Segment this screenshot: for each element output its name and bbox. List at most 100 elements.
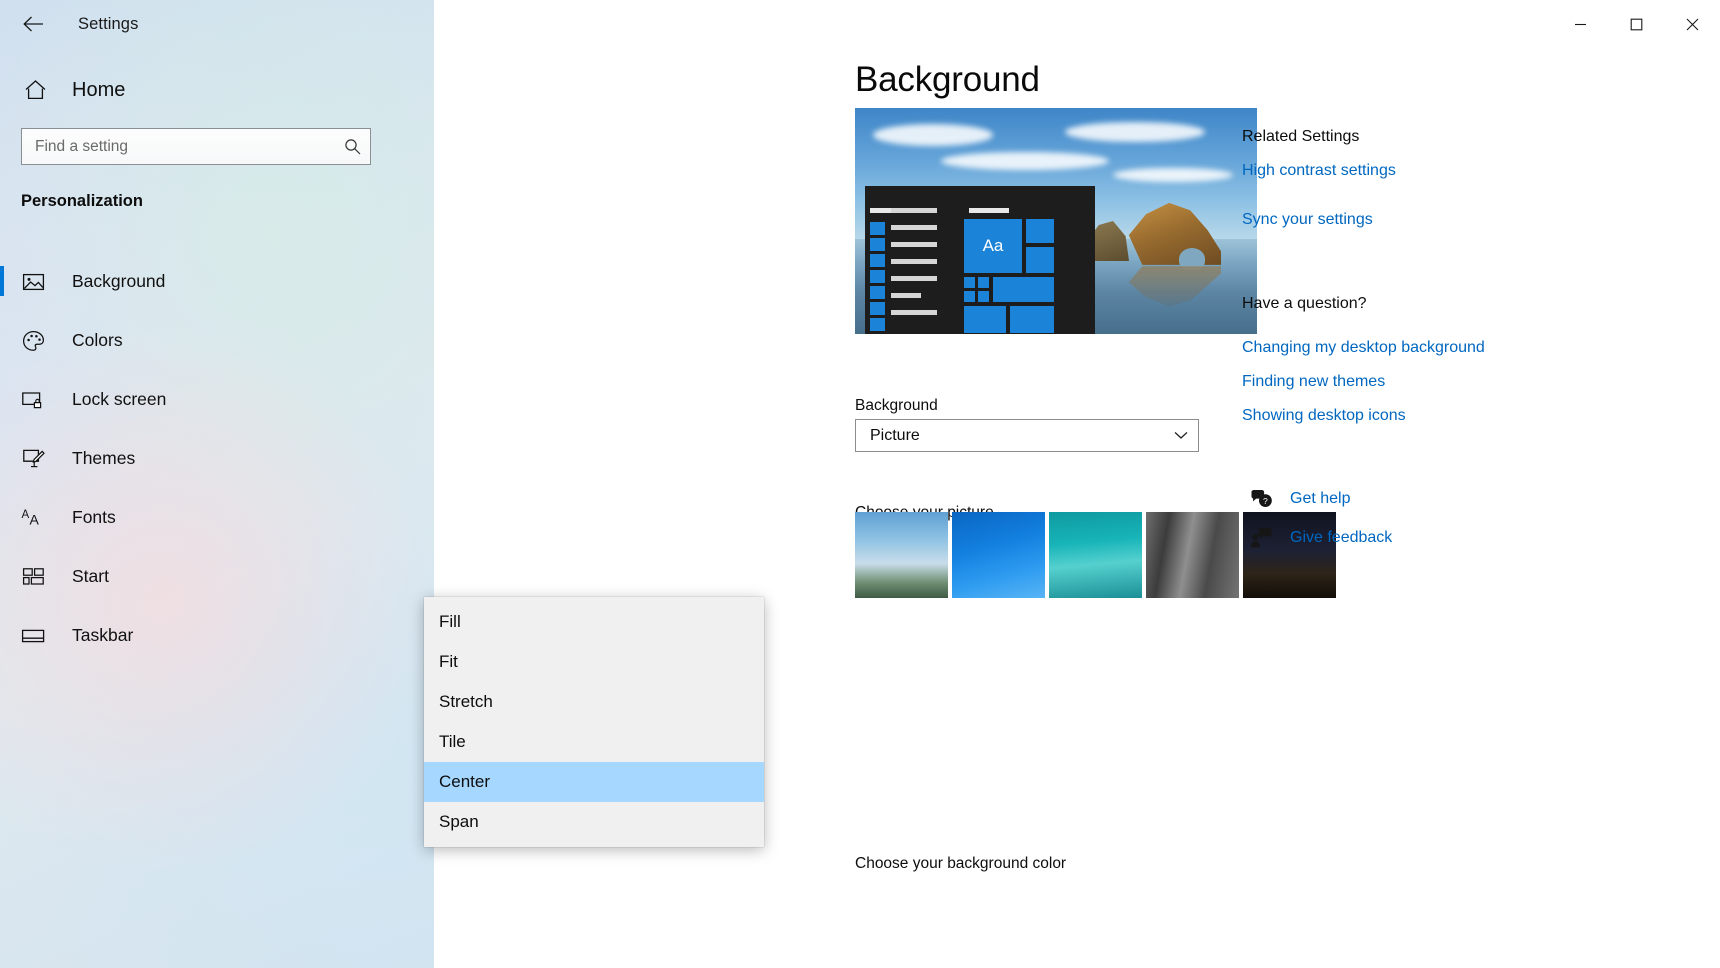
svg-text:A: A xyxy=(21,509,29,521)
sidebar-item-label: Start xyxy=(72,566,109,587)
start-menu-line xyxy=(891,259,937,264)
wallpaper-thumbnails xyxy=(855,512,1336,598)
dropdown-item-fit[interactable]: Fit xyxy=(424,642,764,682)
search-input[interactable] xyxy=(22,138,334,156)
svg-text:A: A xyxy=(29,512,39,528)
preview-cloud xyxy=(1065,122,1205,142)
sidebar: Settings Home Personalization xyxy=(0,0,434,968)
start-menu-square xyxy=(870,318,885,331)
preview-start-menu: Aa xyxy=(865,186,1095,334)
start-tiles-icon xyxy=(11,567,55,586)
background-type-dropdown[interactable]: Picture xyxy=(855,419,1199,452)
background-label: Background xyxy=(855,397,938,415)
sidebar-item-background[interactable]: Background xyxy=(0,252,434,311)
image-icon xyxy=(11,272,55,292)
preview-cloud xyxy=(873,124,993,146)
start-menu-square xyxy=(870,270,885,283)
sidebar-item-label: Themes xyxy=(72,448,135,469)
dropdown-item-center[interactable]: Center xyxy=(424,762,764,802)
have-a-question-title: Have a question? xyxy=(1242,295,1367,313)
themes-brush-icon xyxy=(11,448,55,469)
start-menu-line xyxy=(891,310,937,315)
sidebar-item-themes[interactable]: Themes xyxy=(0,429,434,488)
sidebar-nav: Background Colors xyxy=(0,252,434,665)
start-menu-square xyxy=(870,238,885,251)
sidebar-item-label: Fonts xyxy=(72,507,116,528)
start-menu-tile xyxy=(977,290,990,303)
start-menu-tile xyxy=(1009,305,1055,334)
app-title: Settings xyxy=(78,15,138,34)
sidebar-item-colors[interactable]: Colors xyxy=(0,311,434,370)
start-menu-tile xyxy=(1025,246,1055,274)
start-menu-square xyxy=(870,222,885,235)
sidebar-item-start[interactable]: Start xyxy=(0,547,434,606)
start-menu-line xyxy=(891,242,937,247)
start-menu-line xyxy=(969,208,1009,213)
start-menu-tile xyxy=(963,305,1007,334)
titlebar-left: Settings xyxy=(0,0,434,48)
wallpaper-gray-rock[interactable] xyxy=(1146,512,1239,598)
desktop-preview: Aa xyxy=(855,108,1257,334)
related-settings-title: Related Settings xyxy=(1242,128,1359,146)
link-showing-desktop-icons[interactable]: Showing desktop icons xyxy=(1242,407,1406,425)
selection-indicator xyxy=(0,266,4,296)
fonts-aa-icon: A A xyxy=(11,507,55,528)
start-menu-line xyxy=(891,208,937,213)
start-menu-square xyxy=(870,254,885,267)
wallpaper-sky-beach[interactable] xyxy=(855,512,948,598)
start-menu-tile xyxy=(1025,218,1055,244)
start-menu-square xyxy=(870,286,885,299)
lock-screen-icon xyxy=(11,390,55,410)
search-box[interactable] xyxy=(21,128,371,165)
link-finding-new-themes[interactable]: Finding new themes xyxy=(1242,373,1385,391)
page-title: Background xyxy=(855,60,1040,100)
taskbar-icon xyxy=(11,628,55,644)
background-type-value: Picture xyxy=(856,427,1164,445)
chevron-down-icon xyxy=(1164,431,1198,440)
give-feedback-label: Give feedback xyxy=(1290,529,1392,547)
wallpaper-night-tent[interactable] xyxy=(1243,512,1336,598)
home-icon xyxy=(12,79,58,101)
dropdown-item-tile[interactable]: Tile xyxy=(424,722,764,762)
feedback-person-icon xyxy=(1244,528,1278,548)
get-help-button[interactable]: ? Get help xyxy=(1244,489,1350,509)
get-help-label: Get help xyxy=(1290,490,1350,508)
link-sync-your-settings[interactable]: Sync your settings xyxy=(1242,211,1373,229)
preview-cloud xyxy=(1113,168,1233,182)
sidebar-item-label: Taskbar xyxy=(72,625,133,646)
start-menu-tile xyxy=(992,276,1055,303)
picture-fit-dropdown-menu: Fill Fit Stretch Tile Center Span xyxy=(424,597,764,847)
sidebar-item-label: Background xyxy=(72,271,165,292)
sidebar-item-fonts[interactable]: A A Fonts xyxy=(0,488,434,547)
sidebar-item-home[interactable]: Home xyxy=(0,68,370,112)
sidebar-item-lock-screen[interactable]: Lock screen xyxy=(0,370,434,429)
sidebar-item-taskbar[interactable]: Taskbar xyxy=(0,606,434,665)
link-changing-desktop-background[interactable]: Changing my desktop background xyxy=(1242,339,1485,357)
dropdown-item-span[interactable]: Span xyxy=(424,802,764,842)
section-title: Personalization xyxy=(21,192,143,211)
start-menu-app-list xyxy=(891,208,937,327)
dropdown-item-stretch[interactable]: Stretch xyxy=(424,682,764,722)
wallpaper-turquoise-water[interactable] xyxy=(1049,512,1142,598)
sidebar-item-label: Lock screen xyxy=(72,389,166,410)
start-menu-square xyxy=(870,302,885,315)
back-arrow-icon xyxy=(22,15,44,33)
start-menu-line xyxy=(891,293,921,298)
start-menu-tile xyxy=(977,276,990,289)
sidebar-item-label: Colors xyxy=(72,330,123,351)
settings-window: Settings Home Personalization xyxy=(0,0,1720,968)
start-menu-left-column xyxy=(870,222,885,334)
palette-icon xyxy=(11,330,55,352)
wallpaper-windows-blue[interactable] xyxy=(952,512,1045,598)
svg-text:?: ? xyxy=(1263,496,1268,506)
start-menu-tile xyxy=(963,290,976,303)
start-menu-tile-aa: Aa xyxy=(963,218,1023,274)
preview-cloud xyxy=(941,152,1109,170)
link-high-contrast-settings[interactable]: High contrast settings xyxy=(1242,162,1396,180)
dropdown-item-fill[interactable]: Fill xyxy=(424,602,764,642)
start-menu-line xyxy=(891,225,937,230)
search-icon[interactable] xyxy=(334,138,370,155)
give-feedback-button[interactable]: Give feedback xyxy=(1244,528,1392,548)
home-label: Home xyxy=(72,79,125,102)
back-button[interactable] xyxy=(10,8,56,40)
